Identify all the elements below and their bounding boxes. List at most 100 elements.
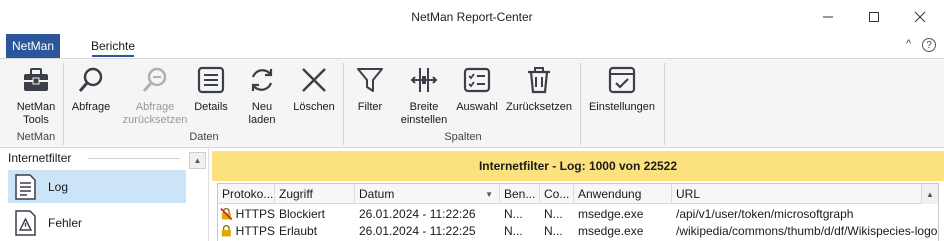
- column-header-url[interactable]: URL: [672, 184, 921, 204]
- reset-columns-button[interactable]: Zurücksetzen: [503, 63, 575, 114]
- column-width-button[interactable]: Breite einstellen: [398, 63, 450, 127]
- ribbon: NetMan Tools NetMan Abfrage Abfrage zurü…: [0, 58, 944, 148]
- tab-netman[interactable]: NetMan: [6, 34, 60, 58]
- protocol-text: HTTPS: [235, 223, 275, 238]
- table-row[interactable]: HTTPS Erlaubt 26.01.2024 - 11:22:25 N...…: [218, 222, 938, 239]
- group-label-spalten: Spalten: [444, 131, 482, 143]
- column-header-date-label: Datum: [359, 187, 395, 201]
- filter-label: Filter: [357, 101, 383, 113]
- tab-berichte[interactable]: Berichte: [84, 34, 142, 58]
- maximize-icon: [869, 12, 879, 22]
- column-width-label-2: einstellen: [400, 114, 448, 126]
- group-label-netman: NetMan: [16, 131, 56, 143]
- column-header-date[interactable]: Datum ▼: [355, 184, 500, 204]
- table-header: Protoko... Zugriff Datum ▼ Ben... Co... …: [218, 184, 938, 204]
- column-width-label-1: Breite: [409, 101, 439, 113]
- group-separator: [664, 63, 665, 145]
- abfrage-button[interactable]: Abfrage: [67, 63, 115, 114]
- warning-document-icon: [10, 208, 40, 238]
- refresh-icon: [245, 63, 279, 97]
- help-icon[interactable]: ?: [922, 38, 936, 52]
- group-separator: [580, 63, 581, 145]
- netman-tools-label-1: NetMan: [16, 101, 56, 113]
- column-header-access[interactable]: Zugriff: [275, 184, 355, 204]
- sidebar-scroll-up[interactable]: ▲: [189, 152, 206, 169]
- title-bar: NetMan Report-Center: [0, 0, 944, 34]
- reload-label-2: laden: [248, 114, 276, 126]
- abfrage-reset-label-1: Abfrage: [135, 101, 175, 113]
- trash-can-icon: [522, 63, 556, 97]
- reset-columns-label: Zurücksetzen: [505, 101, 573, 113]
- filter-funnel-icon: [353, 63, 387, 97]
- protocol-cell: HTTPS: [218, 222, 275, 239]
- filter-button[interactable]: Filter: [350, 63, 390, 114]
- minimize-icon: [823, 16, 833, 18]
- maximize-button[interactable]: [851, 0, 897, 34]
- access-cell: Erlaubt: [279, 223, 318, 238]
- settings-check-icon: [605, 63, 639, 97]
- settings-label: Einstellungen: [588, 101, 656, 113]
- report-banner: Internetfilter - Log: 1000 von 22522: [212, 151, 944, 181]
- settings-button[interactable]: Einstellungen: [584, 63, 660, 114]
- application-cell: msedge.exe: [578, 223, 644, 238]
- window-title: NetMan Report-Center: [411, 10, 533, 24]
- netman-tools-button[interactable]: NetMan Tools: [12, 63, 60, 127]
- abfrage-reset-button[interactable]: Abfrage zurücksetzen: [123, 63, 187, 127]
- sidebar-item-log[interactable]: Log: [8, 170, 186, 203]
- abfrage-reset-label-2: zurücksetzen: [122, 114, 188, 126]
- delete-label: Löschen: [293, 101, 335, 113]
- minimize-button[interactable]: [805, 0, 851, 34]
- abfrage-label: Abfrage: [71, 101, 111, 113]
- log-table: Protoko... Zugriff Datum ▼ Ben... Co... …: [217, 183, 939, 241]
- column-header-application[interactable]: Anwendung: [574, 184, 672, 204]
- sidebar: Internetfilter Log Fehler: [0, 148, 209, 241]
- computer-cell: N...: [544, 206, 563, 221]
- group-separator: [343, 63, 344, 145]
- sidebar-header: Internetfilter: [8, 151, 76, 165]
- user-cell: N...: [504, 206, 523, 221]
- sort-descending-icon: ▼: [485, 189, 493, 199]
- search-reset-icon: [138, 63, 172, 97]
- close-button[interactable]: [897, 0, 943, 34]
- computer-cell: N...: [544, 223, 563, 238]
- delete-x-icon: [297, 63, 331, 97]
- sidebar-header-line: [88, 158, 180, 159]
- lock-blocked-icon: [220, 207, 233, 220]
- table-scroll-up[interactable]: ▲: [921, 184, 938, 204]
- lock-icon: [221, 224, 231, 236]
- sidebar-item-label: Fehler: [48, 215, 83, 230]
- selection-label: Auswahl: [456, 101, 498, 113]
- netman-tools-label-2: Tools: [23, 114, 49, 126]
- toolbox-icon: [19, 63, 53, 97]
- column-width-icon: [407, 63, 441, 97]
- selection-button[interactable]: Auswahl: [454, 63, 500, 114]
- details-list-icon: [194, 63, 228, 97]
- group-separator: [63, 63, 64, 145]
- protocol-cell: HTTPS: [218, 205, 275, 222]
- column-header-protocol[interactable]: Protoko...: [218, 184, 275, 204]
- sidebar-item-fehler[interactable]: Fehler: [8, 206, 186, 239]
- ribbon-collapse-icon[interactable]: ^: [906, 38, 911, 50]
- reload-button[interactable]: Neu laden: [242, 63, 282, 127]
- column-header-computer[interactable]: Co...: [540, 184, 574, 204]
- date-cell: 26.01.2024 - 11:22:25: [359, 223, 476, 238]
- application-cell: msedge.exe: [578, 206, 644, 221]
- url-cell: /api/v1/user/token/microsoftgraph: [676, 206, 854, 221]
- details-label: Details: [194, 101, 228, 113]
- close-icon: [914, 11, 926, 23]
- details-button[interactable]: Details: [190, 63, 232, 114]
- user-cell: N...: [504, 223, 523, 238]
- ribbon-tabs: NetMan Berichte ^ ?: [0, 34, 944, 58]
- report-content: Internetfilter - Log: 1000 von 22522 Pro…: [212, 148, 944, 241]
- delete-button[interactable]: Löschen: [290, 63, 338, 114]
- protocol-text: HTTPS: [235, 206, 275, 221]
- table-row[interactable]: HTTPS Blockiert 26.01.2024 - 11:22:26 N.…: [218, 205, 938, 222]
- group-label-daten: Daten: [189, 131, 219, 143]
- url-cell: /wikipedia/commons/thumb/d/df/Wikispecie…: [676, 223, 938, 238]
- column-header-user[interactable]: Ben...: [500, 184, 540, 204]
- sidebar-item-label: Log: [48, 179, 69, 194]
- date-cell: 26.01.2024 - 11:22:26: [359, 206, 476, 221]
- checklist-icon: [460, 63, 494, 97]
- search-icon: [74, 63, 108, 97]
- reload-label-1: Neu: [251, 101, 273, 113]
